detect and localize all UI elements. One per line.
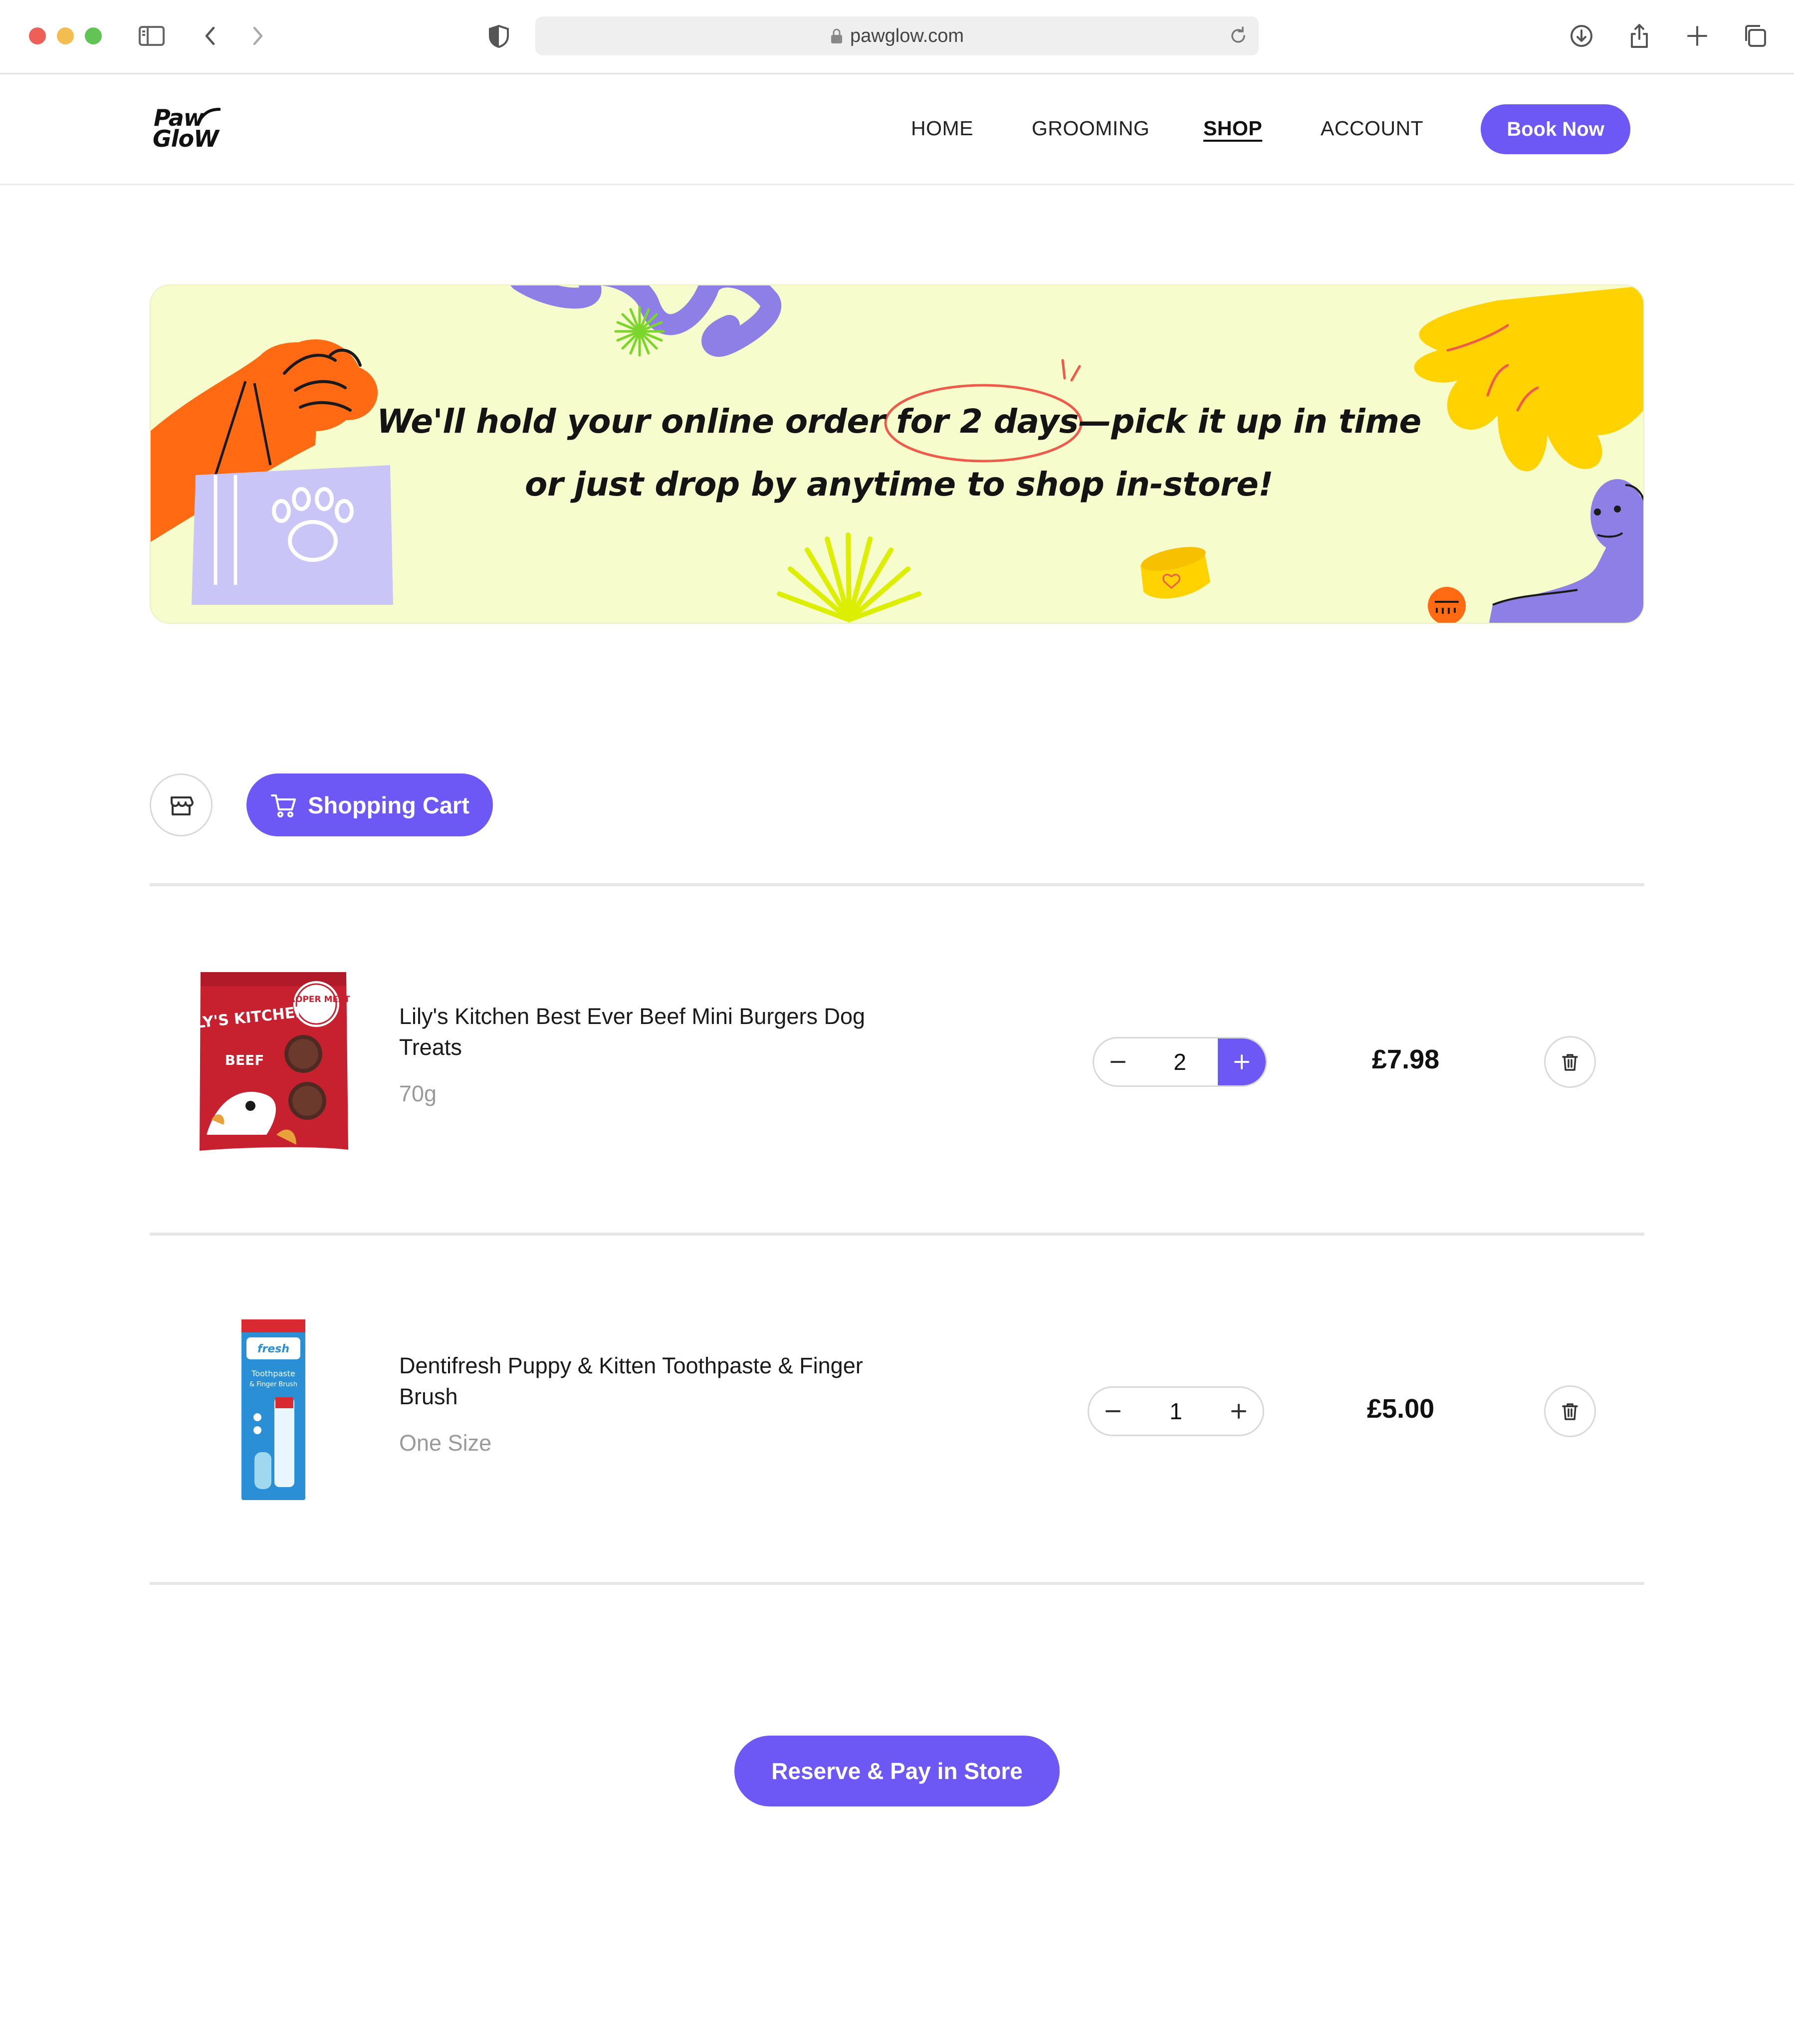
product-variant: One Size <box>399 1430 492 1456</box>
nav-account[interactable]: ACCOUNT <box>1321 117 1423 140</box>
trash-icon <box>1562 1054 1578 1071</box>
product-image-treats: PROPER MEAT LILY'S KITCHEN BEEF <box>197 972 350 1151</box>
new-tab-icon[interactable] <box>1682 21 1712 51</box>
shopping-cart-tab[interactable]: Shopping Cart <box>246 773 493 836</box>
url-text: pawglow.com <box>850 25 964 46</box>
lock-icon <box>830 28 843 44</box>
product-variant: 70g <box>399 1081 437 1106</box>
plus-icon <box>1231 1404 1246 1419</box>
sidebar-toggle-icon[interactable] <box>137 21 167 51</box>
decrease-quantity-button[interactable] <box>1089 1388 1137 1435</box>
green-burst-shape <box>614 306 665 357</box>
banner-message: We'll hold your online order for 2 days—… <box>377 402 1421 504</box>
store-icon <box>171 796 194 815</box>
product-image-toothpaste: fresh Toothpaste & Finger Brush <box>241 1319 305 1500</box>
yellow-sunburst-shape <box>777 532 921 622</box>
item-price: £7.98 <box>1372 1044 1440 1074</box>
trash-icon <box>1562 1403 1578 1420</box>
forward-arrow-icon[interactable] <box>242 21 272 51</box>
privacy-shield-icon[interactable] <box>484 21 514 51</box>
nav-shop[interactable]: SHOP <box>1203 117 1262 140</box>
increase-quantity-button[interactable] <box>1218 1038 1266 1085</box>
cart-item: fresh Toothpaste & Finger Brush Dentifre… <box>150 1236 1644 1580</box>
nav-home[interactable]: HOME <box>911 117 973 140</box>
cart-icon <box>271 794 296 817</box>
pawglow-logo[interactable]: Paw GloW <box>150 104 221 154</box>
quantity-stepper: 2 <box>1093 1037 1267 1087</box>
quantity-value[interactable]: 2 <box>1142 1038 1218 1085</box>
nav-grooming[interactable]: GROOMING <box>1032 117 1149 140</box>
reserve-pay-in-store-button[interactable]: Reserve & Pay in Store <box>734 1736 1060 1806</box>
divider <box>150 1582 1644 1585</box>
book-now-button[interactable]: Book Now <box>1481 104 1630 154</box>
zoom-window-button[interactable] <box>85 27 102 44</box>
reload-icon[interactable] <box>1227 24 1250 47</box>
svg-text:BEEF: BEEF <box>225 1052 264 1068</box>
svg-text:Toothpaste: Toothpaste <box>251 1369 295 1378</box>
minus-icon <box>1106 1410 1121 1412</box>
yellow-paw-shape <box>1414 285 1643 472</box>
svg-text:& Finger Brush: & Finger Brush <box>249 1381 297 1388</box>
download-icon[interactable] <box>1567 21 1596 51</box>
product-name[interactable]: Lily's Kitchen Best Ever Beef Mini Burge… <box>399 1001 898 1063</box>
minimize-window-button[interactable] <box>57 27 74 44</box>
dog-bowl-shape <box>1140 547 1210 599</box>
banner-highlight: for 2 days <box>896 402 1079 441</box>
svg-text:PROPER MEAT: PROPER MEAT <box>282 995 350 1005</box>
svg-text:fresh: fresh <box>257 1343 289 1355</box>
quantity-stepper: 1 <box>1088 1386 1264 1436</box>
store-tab-button[interactable] <box>150 773 213 836</box>
pickup-banner: We'll hold your online order for 2 days—… <box>150 284 1644 624</box>
toy-ball-shape <box>1428 587 1466 623</box>
close-window-button[interactable] <box>29 27 46 44</box>
purple-dog-shape <box>1489 479 1643 623</box>
increase-quantity-button[interactable] <box>1215 1388 1263 1435</box>
remove-item-button[interactable] <box>1544 1036 1596 1088</box>
back-arrow-icon[interactable] <box>196 21 225 51</box>
tab-overview-icon[interactable] <box>1740 21 1770 51</box>
address-bar[interactable]: pawglow.com <box>535 16 1259 55</box>
browser-toolbar: pawglow.com <box>0 0 1794 74</box>
item-price: £5.00 <box>1367 1394 1435 1424</box>
cart-item: PROPER MEAT LILY'S KITCHEN BEEF Lily's K… <box>150 886 1644 1231</box>
share-icon[interactable] <box>1624 21 1654 51</box>
decrease-quantity-button[interactable] <box>1094 1038 1142 1085</box>
product-name[interactable]: Dentifresh Puppy & Kitten Toothpaste & F… <box>399 1350 898 1412</box>
remove-item-button[interactable] <box>1544 1385 1596 1437</box>
quantity-value[interactable]: 1 <box>1137 1388 1215 1435</box>
site-header: Paw GloW HOME GROOMING SHOP ACCOUNT Book… <box>0 74 1794 185</box>
minus-icon <box>1111 1061 1125 1063</box>
plus-icon <box>1234 1054 1249 1069</box>
